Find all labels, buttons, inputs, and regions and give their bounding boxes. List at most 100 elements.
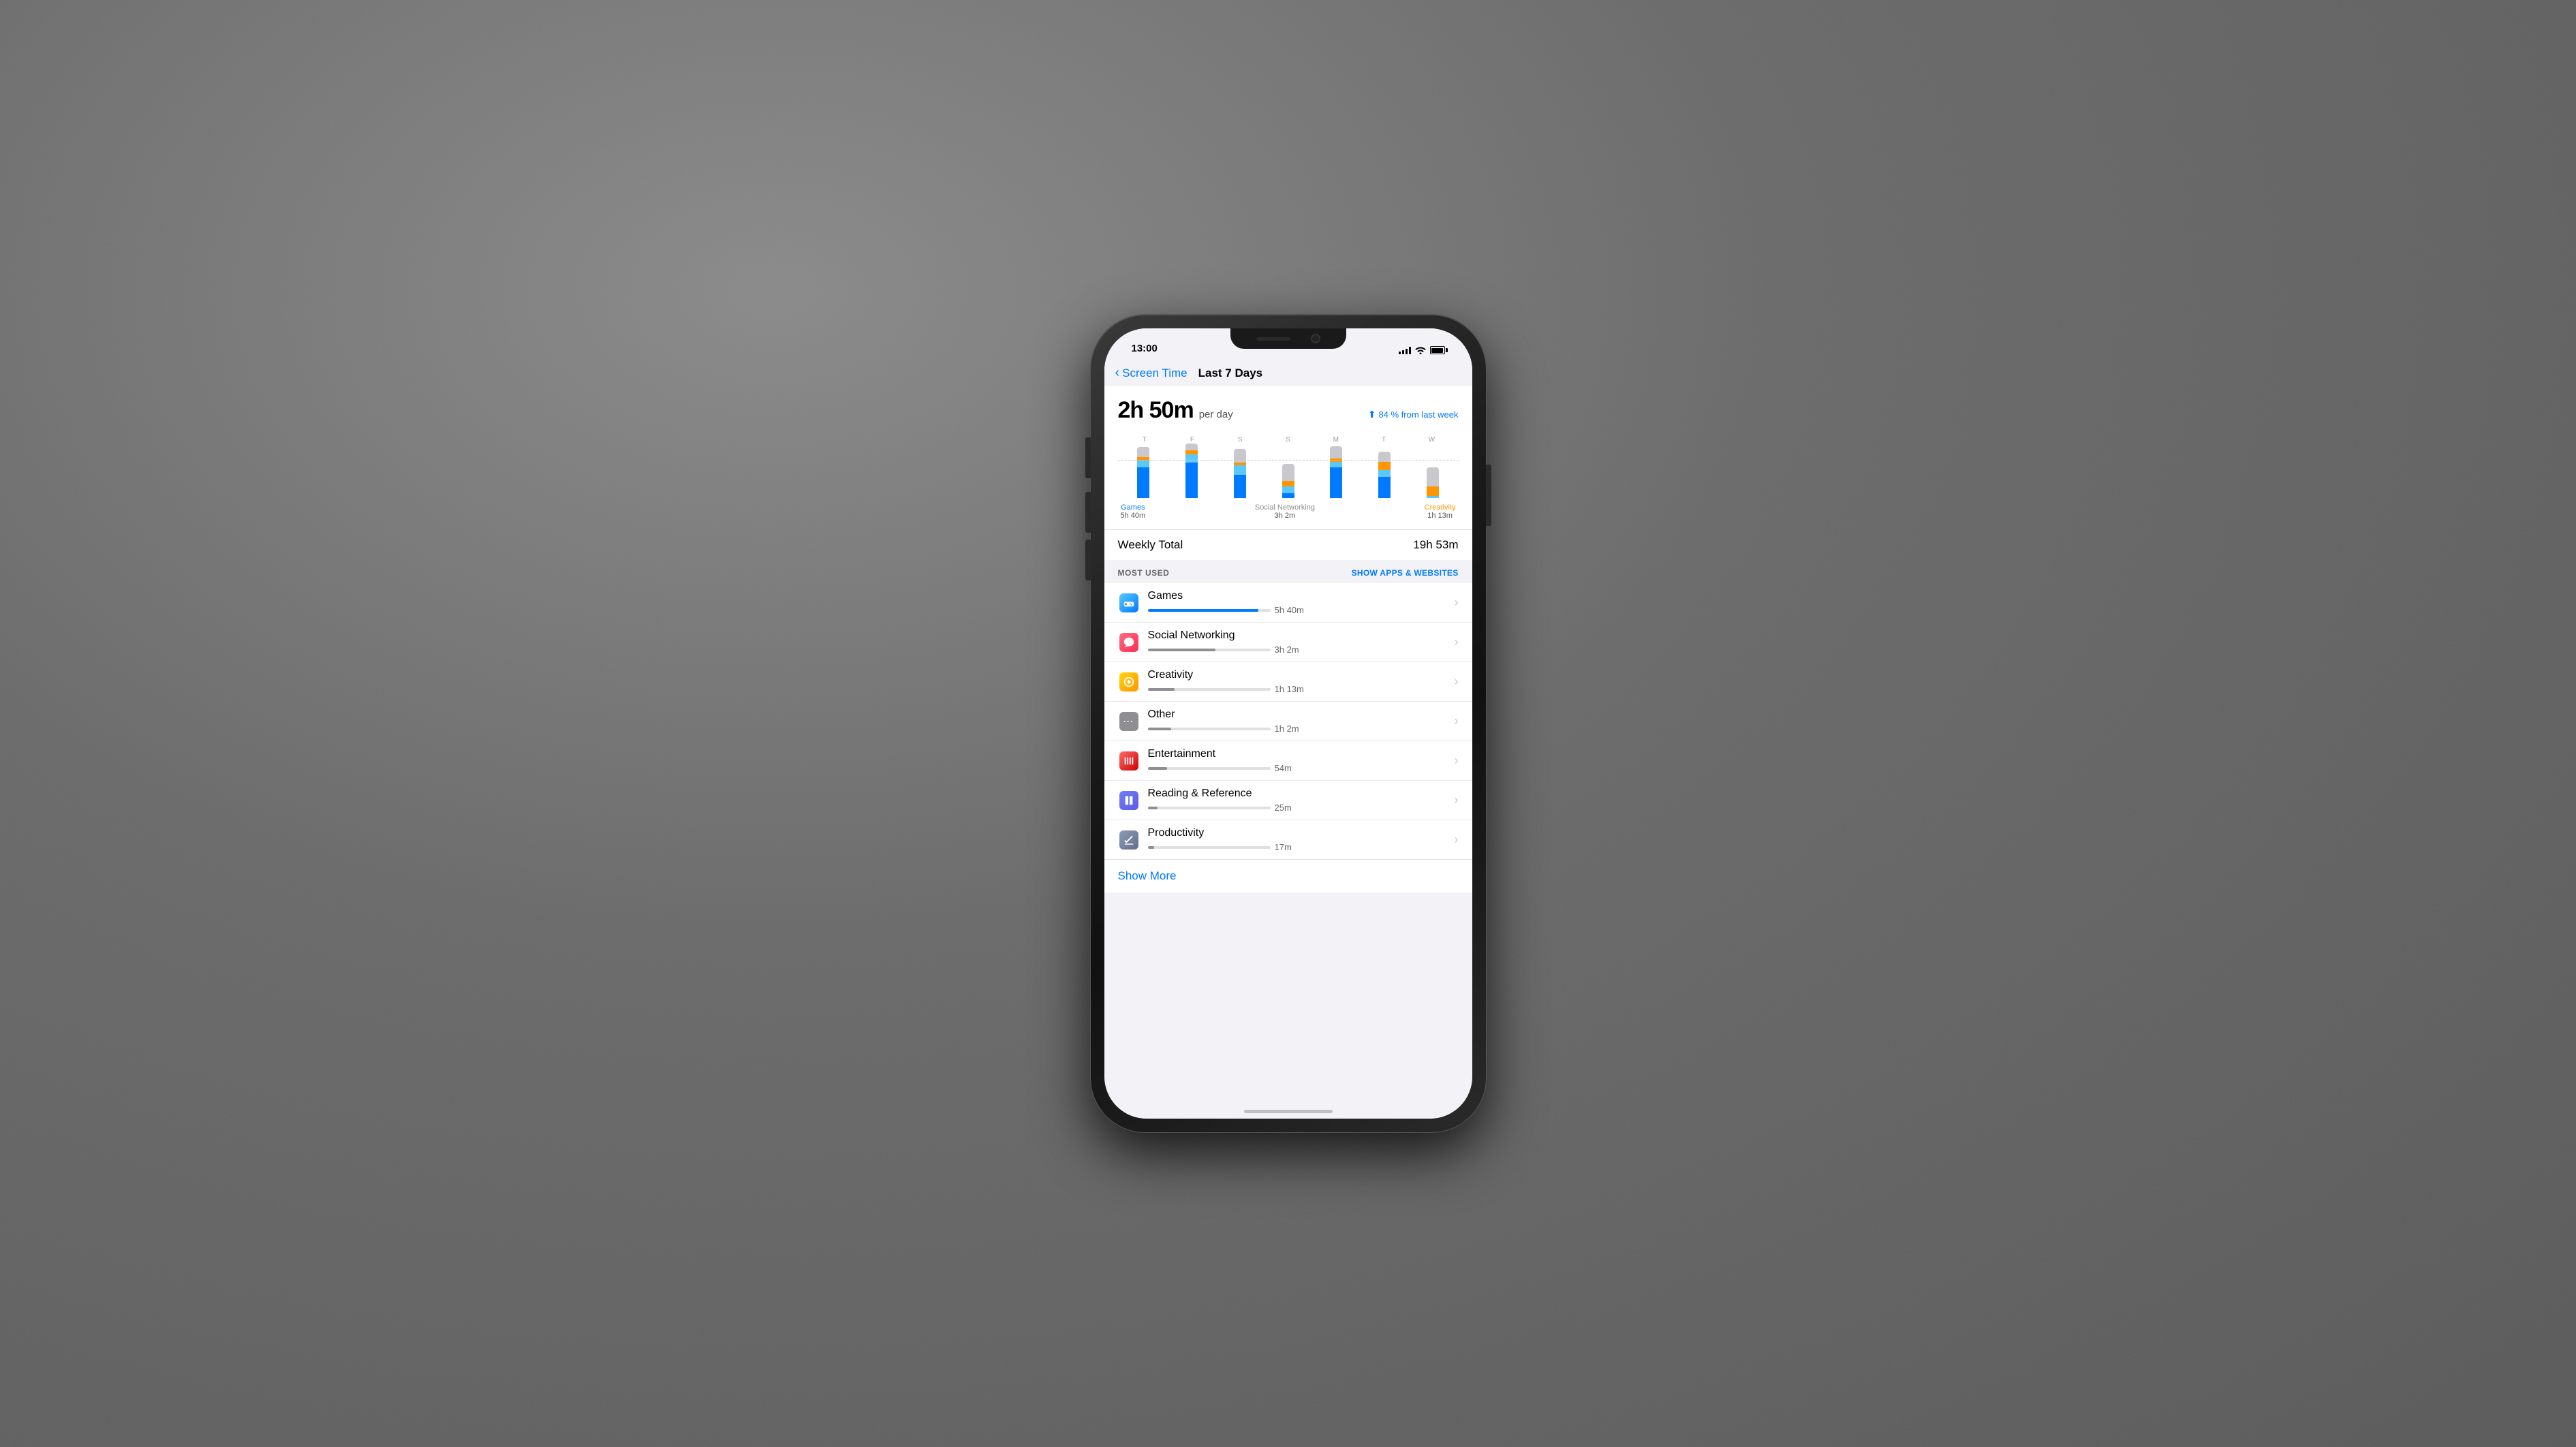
legend-creativity: Creativity 1h 13m xyxy=(1425,503,1456,520)
list-item[interactable]: ··· Other 1h 2m › xyxy=(1104,702,1472,741)
social-icon-wrap xyxy=(1118,632,1140,653)
bar-tuesday xyxy=(1362,444,1408,498)
entertainment-icon-wrap xyxy=(1118,750,1140,772)
page-title: Last 7 Days xyxy=(1198,367,1263,380)
social-name: Social Networking xyxy=(1148,629,1449,642)
legend-social-value: 3h 2m xyxy=(1255,512,1315,520)
productivity-icon xyxy=(1119,830,1138,850)
other-bar-bg xyxy=(1148,728,1271,730)
bar-thursday xyxy=(1121,444,1166,498)
social-bar-fill xyxy=(1148,649,1215,651)
other-icon-wrap: ··· xyxy=(1118,711,1140,732)
social-icon xyxy=(1119,633,1138,652)
list-item[interactable]: Social Networking 3h 2m › xyxy=(1104,623,1472,662)
back-chevron-icon: ‹ xyxy=(1115,365,1120,381)
entertainment-icon xyxy=(1119,751,1138,771)
most-used-header: MOST USED SHOW APPS & WEBSITES xyxy=(1104,560,1472,583)
navigation-bar: ‹ Screen Time Last 7 Days xyxy=(1104,358,1472,386)
social-chevron-icon: › xyxy=(1455,635,1459,649)
day-s1: S xyxy=(1216,436,1264,444)
other-bar-fill xyxy=(1148,728,1171,730)
legend-creativity-name: Creativity xyxy=(1425,503,1456,512)
other-icon: ··· xyxy=(1119,712,1138,731)
productivity-time: 17m xyxy=(1275,842,1292,852)
back-button[interactable]: ‹ Screen Time xyxy=(1118,365,1188,381)
list-item[interactable]: Creativity 1h 13m › xyxy=(1104,662,1472,702)
camera xyxy=(1311,334,1320,343)
legend-social: Social Networking 3h 2m xyxy=(1255,503,1315,520)
notch xyxy=(1230,328,1346,349)
social-time: 3h 2m xyxy=(1275,644,1299,655)
entertainment-details: Entertainment 54m xyxy=(1148,748,1449,773)
entertainment-bar-bg xyxy=(1148,767,1271,770)
chart-days: T F S S M T W xyxy=(1118,433,1459,444)
bar-friday xyxy=(1168,444,1214,498)
games-chevron-icon: › xyxy=(1455,595,1459,610)
games-bar-fill xyxy=(1148,609,1258,612)
social-bar-bg xyxy=(1148,649,1271,651)
legend-games-value: 5h 40m xyxy=(1121,512,1146,520)
productivity-bar-row: 17m xyxy=(1148,842,1449,852)
other-bar-row: 1h 2m xyxy=(1148,724,1449,734)
productivity-name: Productivity xyxy=(1148,827,1449,839)
phone-shell: 13:00 xyxy=(1091,315,1486,1132)
legend-games: Games 5h 40m xyxy=(1121,503,1146,520)
list-item[interactable]: Games 5h 40m › xyxy=(1104,583,1472,623)
chart-dashed-line xyxy=(1118,460,1459,461)
creativity-details: Creativity 1h 13m xyxy=(1148,669,1449,694)
entertainment-bar-fill xyxy=(1148,767,1168,770)
show-more-label: Show More xyxy=(1118,869,1177,882)
legend-social-name: Social Networking xyxy=(1255,503,1315,512)
games-icon xyxy=(1119,593,1138,612)
reading-details: Reading & Reference 25m xyxy=(1148,788,1449,813)
phone-device: 13:00 xyxy=(1091,315,1486,1132)
day-w: W xyxy=(1408,436,1455,444)
creativity-bar-row: 1h 13m xyxy=(1148,684,1449,694)
legend-creativity-value: 1h 13m xyxy=(1425,512,1456,520)
creativity-bar-bg xyxy=(1148,688,1271,691)
social-details: Social Networking 3h 2m xyxy=(1148,629,1449,655)
bar-wednesday xyxy=(1410,444,1456,498)
other-time: 1h 2m xyxy=(1275,724,1299,734)
day-t1: T xyxy=(1121,436,1168,444)
entertainment-chevron-icon: › xyxy=(1455,753,1459,768)
show-apps-button[interactable]: SHOW APPS & WEBSITES xyxy=(1352,568,1459,578)
list-item[interactable]: Entertainment 54m › xyxy=(1104,741,1472,781)
screen-content[interactable]: ‹ Screen Time Last 7 Days 2h 50m per day… xyxy=(1104,358,1472,1119)
weekly-value: 19h 53m xyxy=(1413,538,1458,552)
app-category-list: Games 5h 40m › xyxy=(1104,583,1472,859)
productivity-details: Productivity 17m xyxy=(1148,827,1449,852)
wifi-icon xyxy=(1415,346,1426,354)
chart-legend: Games 5h 40m Social Networking 3h 2m Cre… xyxy=(1118,498,1459,523)
chart-bars xyxy=(1118,444,1459,498)
creativity-time: 1h 13m xyxy=(1275,684,1304,694)
games-icon-wrap xyxy=(1118,592,1140,614)
weekly-total-row: Weekly Total 19h 53m xyxy=(1104,529,1472,560)
reading-bar-row: 25m xyxy=(1148,803,1449,813)
bar-sunday xyxy=(1265,444,1311,498)
entertainment-name: Entertainment xyxy=(1148,748,1449,760)
weekly-label: Weekly Total xyxy=(1118,538,1183,552)
speaker xyxy=(1256,337,1290,341)
change-percent: 84 % from last week xyxy=(1378,409,1458,420)
reading-chevron-icon: › xyxy=(1455,793,1459,807)
show-more-button[interactable]: Show More xyxy=(1104,859,1472,892)
list-item[interactable]: Reading & Reference 25m › xyxy=(1104,781,1472,820)
daily-average-row: 2h 50m per day ⬆ 84 % from last week xyxy=(1118,397,1459,424)
other-name: Other xyxy=(1148,709,1449,721)
other-details: Other 1h 2m xyxy=(1148,709,1449,734)
reading-bar-fill xyxy=(1148,807,1158,809)
reading-icon xyxy=(1119,791,1138,810)
home-indicator xyxy=(1244,1110,1333,1113)
list-item[interactable]: Productivity 17m › xyxy=(1104,820,1472,859)
games-details: Games 5h 40m xyxy=(1148,590,1449,615)
reading-icon-wrap xyxy=(1118,790,1140,811)
creativity-bar-fill xyxy=(1148,688,1175,691)
day-t2: T xyxy=(1360,436,1408,444)
legend-games-name: Games xyxy=(1121,503,1146,512)
change-arrow-icon: ⬆ xyxy=(1368,409,1376,420)
creativity-chevron-icon: › xyxy=(1455,674,1459,689)
day-s2: S xyxy=(1264,436,1312,444)
creativity-icon-wrap xyxy=(1118,671,1140,693)
games-bar-row: 5h 40m xyxy=(1148,605,1449,615)
